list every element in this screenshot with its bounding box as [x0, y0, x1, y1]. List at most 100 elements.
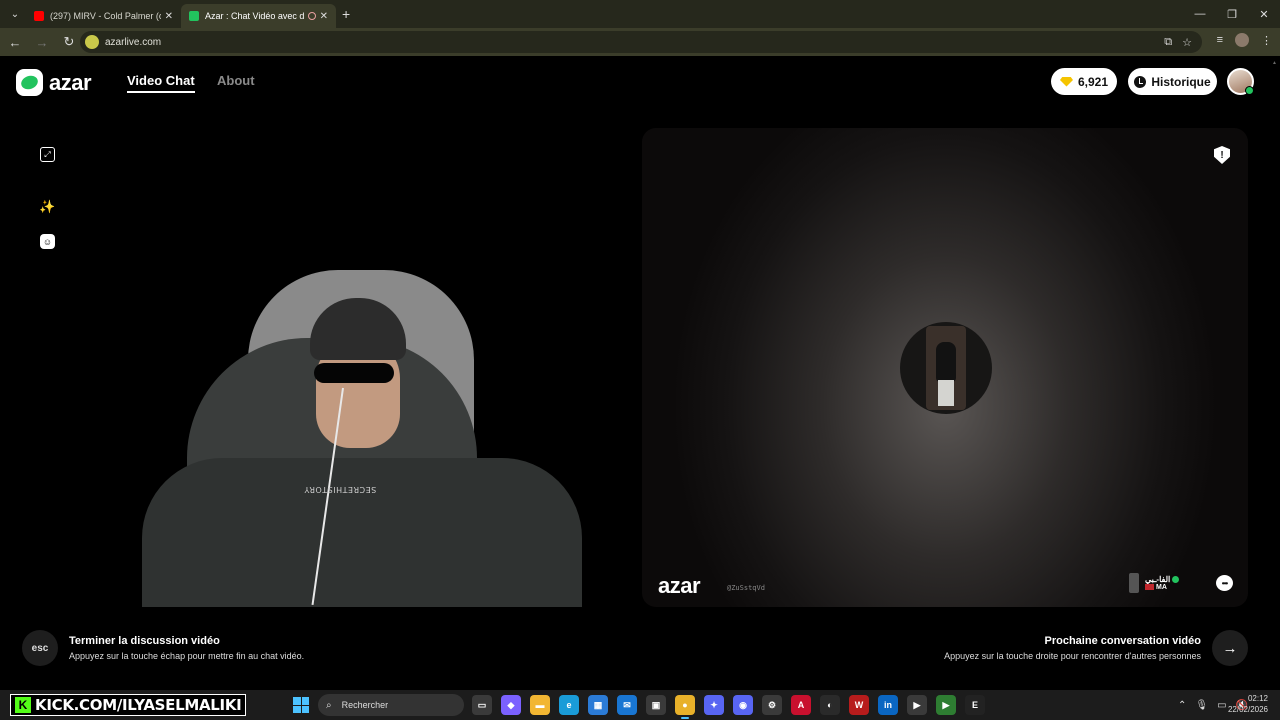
azar-logo-icon: [16, 69, 43, 96]
taskbar-search[interactable]: ⌕ Rechercher: [318, 694, 464, 716]
clock-time: 02:12: [1247, 694, 1268, 703]
restore-button[interactable]: ❐: [1216, 0, 1248, 28]
back-button[interactable]: ←: [3, 35, 27, 50]
remote-country: MA: [1156, 584, 1167, 591]
window-controls: — ❐ ✕: [1184, 0, 1280, 28]
azar-page: azar Video Chat About 6,921 Historique S…: [0, 56, 1280, 690]
stream-overlay-banner: K KICK.COM/ILYASELMALIKI: [10, 694, 247, 716]
microphone-icon[interactable]: 🎙: [1195, 700, 1208, 711]
watermark-id: @ZuSstqVd: [727, 584, 765, 592]
app-window-taskbar-icon[interactable]: ▣: [646, 695, 666, 715]
chrome-taskbar-icon[interactable]: ●: [675, 695, 695, 719]
windows-start-button[interactable]: [293, 697, 309, 713]
tab-search-button[interactable]: ⌄: [4, 4, 26, 24]
magic-wand-icon[interactable]: ✨: [39, 199, 55, 214]
azar-header: azar Video Chat About 6,921 Historique: [0, 56, 1280, 108]
morocco-flag-icon: [1145, 584, 1154, 591]
windows-taskbar: K KICK.COM/ILYASELMALIKI ⌕ Rechercher ▭ ◆…: [0, 690, 1280, 720]
browser-nav-bar: ← → ↻ azarlive.com ⧉ ☆ ≡ ⋮: [0, 28, 1280, 56]
remote-user-thumbnail: [1129, 573, 1139, 593]
next-chat-button[interactable]: →: [1212, 630, 1248, 666]
minimize-button[interactable]: —: [1184, 0, 1216, 28]
url-text: azarlive.com: [105, 36, 162, 48]
remote-user-avatar: [900, 322, 992, 414]
store-taskbar-icon[interactable]: ▦: [588, 695, 608, 715]
gems-balance-button[interactable]: 6,921: [1051, 68, 1117, 95]
remote-username: الفا-ـبي: [1145, 575, 1171, 584]
nav-about[interactable]: About: [217, 73, 255, 88]
unknown-app-taskbar-icon[interactable]: ◐: [820, 695, 840, 715]
history-button[interactable]: Historique: [1128, 68, 1217, 95]
media-player-taskbar-icon[interactable]: ▶: [907, 695, 927, 715]
tab-title: (297) MIRV - Cold Palmer (offic: [50, 11, 161, 21]
nav-video-chat[interactable]: Video Chat: [127, 73, 195, 93]
task-view-taskbar-icon[interactable]: ▭: [472, 695, 492, 715]
next-chat-subtitle: Appuyez sur la touche droite pour rencon…: [944, 651, 1201, 661]
tab-youtube[interactable]: (297) MIRV - Cold Palmer (offic ✕: [26, 4, 181, 28]
tab-title: Azar : Chat Vidéo avec de n: [205, 11, 304, 21]
browser-profile-avatar[interactable]: [1235, 33, 1249, 47]
arrow-right-icon: →: [1222, 639, 1238, 657]
gems-count: 6,921: [1077, 74, 1109, 89]
install-app-icon[interactable]: ⧉: [1164, 36, 1172, 49]
site-info-icon[interactable]: [85, 35, 99, 49]
streaming-app-taskbar-icon[interactable]: ▶: [936, 695, 956, 715]
azar-logo[interactable]: azar: [16, 69, 92, 96]
history-label: Historique: [1151, 74, 1211, 89]
file-explorer-taskbar-icon[interactable]: ▬: [530, 695, 550, 715]
online-status-dot: [1245, 86, 1254, 95]
bookmark-star-icon[interactable]: ☆: [1182, 36, 1192, 49]
copilot-taskbar-icon[interactable]: ◆: [501, 695, 521, 715]
azar-logo-text: azar: [49, 69, 92, 95]
page-scrollbar[interactable]: [1272, 60, 1278, 690]
gamepad-taskbar-icon[interactable]: ✦: [704, 695, 724, 715]
sunglasses: [314, 363, 394, 383]
search-icon: ⌕: [326, 699, 332, 711]
new-tab-button[interactable]: +: [342, 6, 350, 22]
next-chat-title: Prochaine conversation vidéo: [1044, 635, 1202, 647]
report-shield-icon[interactable]: !: [1214, 146, 1230, 164]
edge-taskbar-icon[interactable]: e: [559, 695, 579, 715]
media-controls-icon[interactable]: ≡: [1217, 34, 1223, 46]
epic-games-taskbar-icon[interactable]: E: [965, 695, 985, 715]
forward-button[interactable]: →: [30, 35, 54, 50]
taskbar-apps: ▭ ◆ ▬ e ▦ ✉ ▣ ● ✦ ◉ ⚙ A ◐ Win ▶ ▶ E: [472, 695, 985, 719]
expand-icon[interactable]: ⤢: [40, 147, 55, 162]
azar-favicon-icon: [189, 11, 199, 21]
local-video-panel: SECRETHISTORY ⤢ ✨ ☺: [22, 128, 628, 607]
linkedin-taskbar-icon[interactable]: in: [878, 695, 898, 715]
taskbar-clock[interactable]: 02:12 22/02/2026: [1228, 693, 1268, 715]
close-tab-icon[interactable]: ✕: [165, 11, 173, 22]
end-chat-button[interactable]: esc: [22, 630, 58, 666]
voice-writer-taskbar-icon[interactable]: W: [849, 695, 869, 715]
discord-taskbar-icon[interactable]: ◉: [733, 695, 753, 715]
verified-icon: [1172, 576, 1180, 584]
face-filter-icon[interactable]: ☺: [40, 234, 55, 249]
display-icon[interactable]: ▭: [1217, 700, 1226, 711]
close-window-button[interactable]: ✕: [1248, 0, 1280, 28]
close-tab-icon[interactable]: ✕: [320, 11, 328, 22]
youtube-favicon-icon: [34, 11, 44, 21]
clock-date: 22/02/2026: [1227, 705, 1268, 714]
reload-button[interactable]: ↻: [57, 34, 81, 50]
tab-azar[interactable]: Azar : Chat Vidéo avec de n ✕: [181, 4, 336, 28]
steam-like-taskbar-icon[interactable]: ⚙: [762, 695, 782, 715]
browser-menu-icon[interactable]: ⋮: [1261, 34, 1272, 47]
hoodie-body: [142, 458, 582, 607]
chat-bubble-icon[interactable]: •••: [1216, 575, 1233, 591]
search-placeholder: Rechercher: [341, 700, 389, 710]
recording-indicator-icon: [307, 12, 316, 20]
outlook-taskbar-icon[interactable]: ✉: [617, 695, 637, 715]
end-chat-title: Terminer la discussion vidéo: [69, 635, 220, 647]
stream-overlay-text: KICK.COM/ILYASELMALIKI: [35, 696, 242, 714]
browser-tab-bar: ⌄ (297) MIRV - Cold Palmer (offic ✕ Azar…: [0, 0, 1280, 28]
remote-video-panel: ! azar @ZuSstqVd الفا-ـبي MA •••: [642, 128, 1248, 607]
end-chat-subtitle: Appuyez sur la touche échap pour mettre …: [69, 651, 305, 661]
address-bar[interactable]: azarlive.com ⧉ ☆: [80, 31, 1202, 53]
tray-overflow-icon[interactable]: ⌃: [1178, 700, 1186, 711]
kick-logo-icon: K: [15, 697, 31, 713]
remote-user-tag[interactable]: الفا-ـبي MA: [1129, 573, 1180, 593]
hoodie-print: SECRETHISTORY: [304, 485, 377, 494]
gem-icon: [1059, 76, 1073, 87]
acrobat-taskbar-icon[interactable]: A: [791, 695, 811, 715]
